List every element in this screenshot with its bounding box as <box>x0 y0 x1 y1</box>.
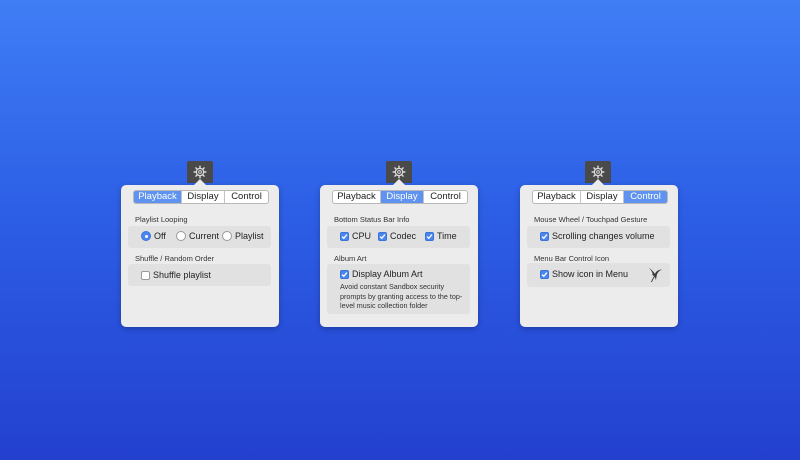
cpu-checkbox[interactable]: CPU <box>340 231 371 241</box>
display-album-art-checkbox[interactable]: Display Album Art <box>340 269 423 279</box>
radio-button-selected[interactable] <box>141 231 151 241</box>
tab-control[interactable]: Control <box>225 191 268 203</box>
radio-label: Playlist <box>235 231 264 241</box>
shuffle-playlist-checkbox[interactable]: Shuffle playlist <box>141 270 211 280</box>
checkmark-icon <box>341 271 348 277</box>
radio-off[interactable]: Off <box>141 231 166 241</box>
status-bar-info-label: Bottom Status Bar Info <box>334 215 410 224</box>
radio-button[interactable] <box>176 231 186 241</box>
checkbox-checked[interactable] <box>540 231 549 241</box>
checkmark-icon <box>379 233 386 239</box>
tab-playback[interactable]: Playback <box>134 191 182 203</box>
checkbox-checked[interactable] <box>340 269 349 279</box>
radio-label: Current <box>189 231 220 241</box>
gear-icon <box>193 165 207 179</box>
radio-label: Off <box>154 231 166 241</box>
checkbox-label: Show icon in Menu <box>552 269 629 279</box>
checkbox-label: Scrolling changes volume <box>552 231 655 241</box>
popover-arrow <box>193 179 207 186</box>
tab-control[interactable]: Control <box>424 191 467 203</box>
radio-playlist[interactable]: Playlist <box>222 231 264 241</box>
checkbox-label: Display Album Art <box>352 269 423 279</box>
mouse-wheel-label: Mouse Wheel / Touchpad Gesture <box>534 215 648 224</box>
gear-icon <box>392 165 406 179</box>
menu-bar-icon-label: Menu Bar Control Icon <box>534 254 610 263</box>
tab-control[interactable]: Control <box>624 191 667 203</box>
checkbox-label: Codec <box>390 231 417 241</box>
tab-display[interactable]: Display <box>182 191 225 203</box>
checkbox-label: Time <box>437 231 457 241</box>
tab-bar: Playback Display Control <box>332 190 468 204</box>
shuffle-label: Shuffle / Random Order <box>135 254 215 263</box>
checkmark-icon <box>541 233 548 239</box>
tab-bar: Playback Display Control <box>133 190 269 204</box>
radio-current[interactable]: Current <box>176 231 219 241</box>
checkbox-label: Shuffle playlist <box>153 270 211 280</box>
tab-bar: Playback Display Control <box>532 190 668 204</box>
gear-icon <box>591 165 605 179</box>
checkbox-checked[interactable] <box>340 231 349 241</box>
scrolling-changes-volume-checkbox[interactable]: Scrolling changes volume <box>540 231 655 241</box>
checkmark-icon <box>341 233 348 239</box>
popover-arrow <box>392 179 406 186</box>
popover-arrow <box>591 179 605 186</box>
playlist-looping-label: Playlist Looping <box>135 215 188 224</box>
checkbox[interactable] <box>141 270 150 280</box>
hummingbird-icon <box>648 267 663 283</box>
checkmark-icon <box>426 233 433 239</box>
tab-display[interactable]: Display <box>581 191 624 203</box>
settings-popover-display: Playback Display Control Bottom Status B… <box>320 179 478 327</box>
tab-playback[interactable]: Playback <box>333 191 381 203</box>
album-art-help-text: Avoid constant Sandbox security prompts … <box>340 282 463 310</box>
album-art-label: Album Art <box>334 254 367 263</box>
checkbox-checked[interactable] <box>378 231 387 241</box>
settings-popover-playback: Playback Display Control Playlist Loopin… <box>121 179 279 327</box>
checkbox-checked[interactable] <box>540 269 549 279</box>
time-checkbox[interactable]: Time <box>425 231 457 241</box>
checkmark-icon <box>541 271 548 277</box>
tab-playback[interactable]: Playback <box>533 191 581 203</box>
show-icon-in-menu-checkbox[interactable]: Show icon in Menu <box>540 269 628 279</box>
tab-display[interactable]: Display <box>381 191 424 203</box>
codec-checkbox[interactable]: Codec <box>378 231 416 241</box>
checkbox-label: CPU <box>352 231 372 241</box>
radio-button[interactable] <box>222 231 232 241</box>
settings-popover-control: Playback Display Control Mouse Wheel / T… <box>520 179 678 327</box>
checkbox-checked[interactable] <box>425 231 434 241</box>
